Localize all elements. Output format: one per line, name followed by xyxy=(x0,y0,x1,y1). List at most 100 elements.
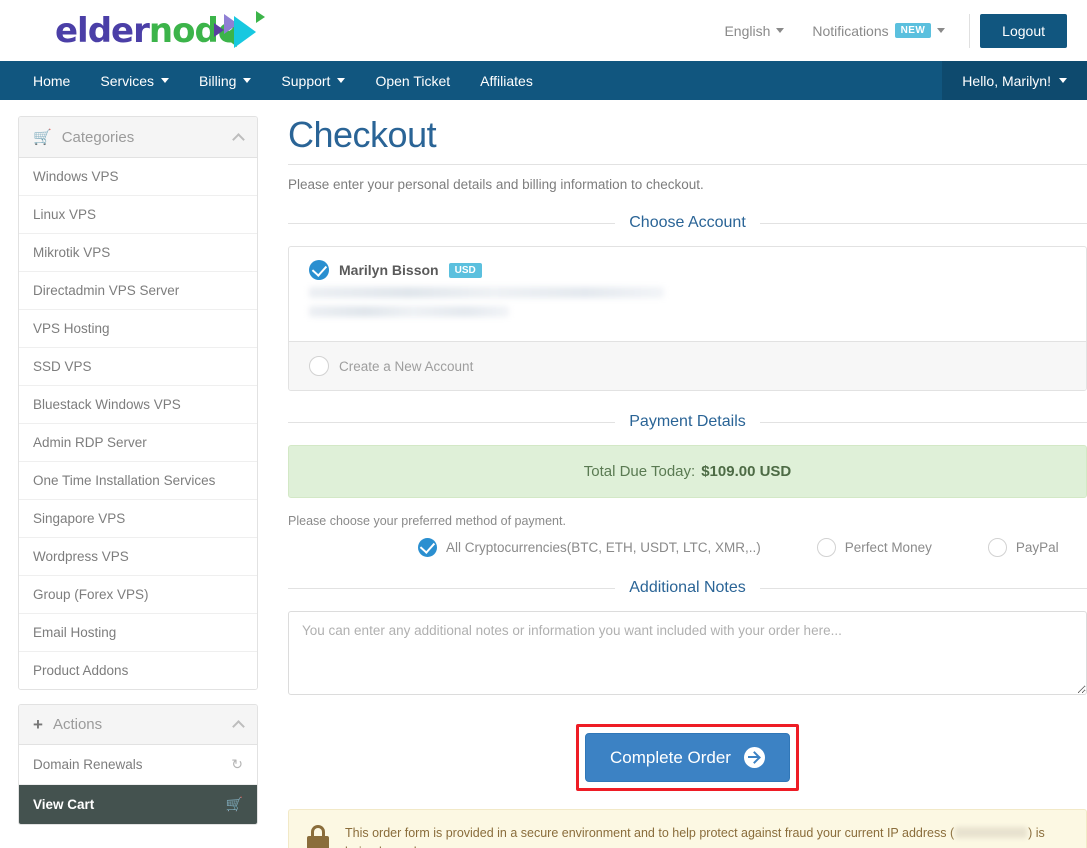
sidebar-item-domain-renewals[interactable]: Domain Renewals ↻ xyxy=(19,745,257,785)
account-selection-box: Marilyn Bisson USD Create a New Account xyxy=(288,246,1087,391)
account-option-header: Marilyn Bisson USD xyxy=(309,260,1066,280)
plus-icon: + xyxy=(33,715,43,734)
logo-text-elder: elder xyxy=(55,10,150,51)
nav-label: Services xyxy=(100,72,155,89)
sidebar-item-directadmin-vps-server[interactable]: Directadmin VPS Server xyxy=(19,272,257,310)
payment-option-paypal[interactable]: PayPal xyxy=(987,538,1059,557)
categories-panel: 🛒 Categories Windows VPS Linux VPS Mikro… xyxy=(18,116,258,690)
nav-items: Home Services Billing Support Open Ticke… xyxy=(0,61,548,100)
sidebar-item-ssd-vps[interactable]: SSD VPS xyxy=(19,348,257,386)
sidebar-item-label: VPS Hosting xyxy=(33,321,110,336)
notifications-menu[interactable]: Notifications NEW xyxy=(798,23,959,39)
sidebar-item-label: Windows VPS xyxy=(33,169,119,184)
payment-option-crypto[interactable]: All Cryptocurrencies(BTC, ETH, USDT, LTC… xyxy=(418,538,761,557)
cart-icon: 🛒 xyxy=(225,796,243,812)
categories-title: Categories xyxy=(61,128,135,146)
sidebar-item-label: Wordpress VPS xyxy=(33,549,129,564)
main-content: Checkout Please enter your personal deta… xyxy=(258,100,1087,848)
sidebar-item-admin-rdp-server[interactable]: Admin RDP Server xyxy=(19,424,257,462)
additional-notes-input[interactable] xyxy=(288,611,1087,695)
chevron-down-icon xyxy=(776,28,785,33)
payment-option-label: PayPal xyxy=(1015,540,1059,555)
radio-unselected-icon[interactable] xyxy=(309,356,329,376)
sidebar-item-wordpress-vps[interactable]: Wordpress VPS xyxy=(19,538,257,576)
sidebar-item-vps-hosting[interactable]: VPS Hosting xyxy=(19,310,257,348)
sidebar-item-label: Mikrotik VPS xyxy=(33,245,111,260)
chevron-down-icon xyxy=(937,28,946,33)
page-subtitle: Please enter your personal details and b… xyxy=(288,177,704,192)
notifications-label: Notifications xyxy=(812,22,889,39)
sidebar-item-bluestack-windows-vps[interactable]: Bluestack Windows VPS xyxy=(19,386,257,424)
sidebar-item-windows-vps[interactable]: Windows VPS xyxy=(19,158,257,196)
nav-label: Home xyxy=(33,72,71,89)
cart-icon: 🛒 xyxy=(33,129,52,146)
radio-unselected-icon[interactable] xyxy=(987,538,1007,557)
chevron-down-icon xyxy=(161,78,170,83)
chevron-up-icon xyxy=(232,132,245,146)
eldernode-logo[interactable]: eldernode xyxy=(55,8,268,54)
account-address-redacted xyxy=(309,287,1066,317)
divider xyxy=(288,587,616,589)
user-menu[interactable]: Hello, Marilyn! xyxy=(942,61,1087,100)
notifications-new-badge: NEW xyxy=(894,23,932,38)
top-bar-right: English Notifications NEW Logout xyxy=(710,0,1067,61)
sidebar-item-view-cart[interactable]: View Cart 🛒 xyxy=(19,785,257,824)
chevron-down-icon xyxy=(1059,78,1067,83)
page-title: Checkout xyxy=(288,114,1087,165)
sidebar-item-group-forex-vps[interactable]: Group (Forex VPS) xyxy=(19,576,257,614)
sidebar-item-label: Admin RDP Server xyxy=(33,435,147,450)
page-body: 🛒 Categories Windows VPS Linux VPS Mikro… xyxy=(0,100,1087,848)
divider xyxy=(759,222,1087,224)
divider xyxy=(288,222,616,224)
top-bar: eldernode English Notifications NEW Logo… xyxy=(0,0,1087,61)
additional-notes-legend: Additional Notes xyxy=(288,579,1087,597)
actions-title: Actions xyxy=(52,716,103,733)
sidebar-item-label: Domain Renewals xyxy=(33,757,143,772)
sidebar-item-singapore-vps[interactable]: Singapore VPS xyxy=(19,500,257,538)
secure-notice-before-ip: This order form is provided in a secure … xyxy=(345,826,955,840)
secure-environment-notice: This order form is provided in a secure … xyxy=(288,809,1087,848)
categories-panel-header[interactable]: 🛒 Categories xyxy=(19,117,257,158)
chevron-down-icon xyxy=(337,78,346,83)
logout-button[interactable]: Logout xyxy=(980,13,1067,48)
sidebar-item-label: SSD VPS xyxy=(33,359,92,374)
nav-item-support[interactable]: Support xyxy=(266,61,360,100)
radio-selected-icon[interactable] xyxy=(309,260,329,280)
nav-item-billing[interactable]: Billing xyxy=(184,61,266,100)
choose-account-legend: Choose Account xyxy=(288,214,1087,232)
complete-order-highlight: Complete Order xyxy=(576,724,799,791)
sidebar-item-label: Product Addons xyxy=(33,663,129,678)
language-selector[interactable]: English xyxy=(710,23,798,39)
user-greeting: Hello, Marilyn! xyxy=(962,72,1051,89)
sidebar-item-one-time-installation-services[interactable]: One Time Installation Services xyxy=(19,462,257,500)
account-option-existing[interactable]: Marilyn Bisson USD xyxy=(289,247,1086,342)
lock-icon xyxy=(307,825,329,848)
payment-details-legend: Payment Details xyxy=(288,413,1087,431)
nav-item-open-ticket[interactable]: Open Ticket xyxy=(360,61,465,100)
main-navigation: Home Services Billing Support Open Ticke… xyxy=(0,61,1087,100)
payment-option-perfect-money[interactable]: Perfect Money xyxy=(816,538,932,557)
total-due-label: Total Due Today: xyxy=(583,463,696,480)
divider xyxy=(759,587,1087,589)
sidebar-item-mikrotik-vps[interactable]: Mikrotik VPS xyxy=(19,234,257,272)
sidebar-item-email-hosting[interactable]: Email Hosting xyxy=(19,614,257,652)
payment-option-label: Perfect Money xyxy=(844,540,932,555)
nav-item-affiliates[interactable]: Affiliates xyxy=(465,61,548,100)
radio-selected-icon[interactable] xyxy=(418,538,437,557)
divider xyxy=(759,421,1087,423)
chevron-up-icon xyxy=(232,720,245,733)
sidebar: 🛒 Categories Windows VPS Linux VPS Mikro… xyxy=(0,100,258,839)
nav-item-home[interactable]: Home xyxy=(18,61,85,100)
chevron-down-icon xyxy=(243,78,252,83)
nav-item-services[interactable]: Services xyxy=(85,61,184,100)
actions-panel-header[interactable]: + Actions xyxy=(19,705,257,745)
radio-unselected-icon[interactable] xyxy=(816,538,836,557)
arrow-right-circle-icon xyxy=(743,747,765,768)
account-option-new[interactable]: Create a New Account xyxy=(289,342,1086,390)
nav-label: Support xyxy=(281,72,331,89)
sidebar-item-linux-vps[interactable]: Linux VPS xyxy=(19,196,257,234)
sidebar-item-product-addons[interactable]: Product Addons xyxy=(19,652,257,689)
complete-order-button[interactable]: Complete Order xyxy=(585,733,790,782)
total-due-value: $109.00 USD xyxy=(701,463,792,480)
sidebar-item-label: Email Hosting xyxy=(33,625,117,640)
